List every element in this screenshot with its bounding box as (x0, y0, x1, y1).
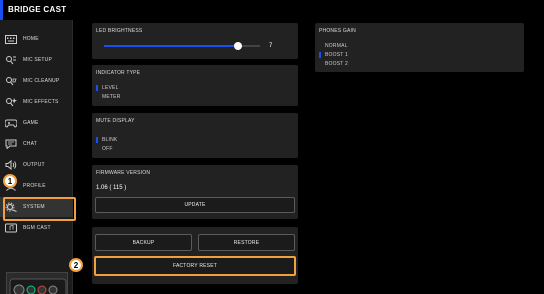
sidebar-item-label: MIC CLEANUP (23, 78, 60, 84)
backup-panel: BACKUP RESTORE FACTORY RESET (92, 227, 298, 284)
sidebar-item-mic-cleanup[interactable]: MIC CLEANUP (0, 71, 73, 91)
phones-option-normal[interactable]: NORMAL (325, 43, 348, 49)
mute-display-panel: MUTE DISPLAY BLINK OFF (92, 113, 298, 158)
sidebar-item-label: MIC EFFECTS (23, 99, 59, 105)
device-thumbnail[interactable] (6, 272, 68, 294)
gear-icon (5, 202, 17, 212)
sidebar-item-mic-setup[interactable]: MIC SETUP (0, 50, 73, 70)
sidebar-item-chat[interactable]: CHAT (0, 134, 73, 154)
mute-option-blink[interactable]: BLINK (102, 137, 117, 143)
sidebar: HOME MIC SETUP MIC CLEANUP MIC EFFECTS G… (0, 20, 76, 294)
firmware-title: FIRMWARE VERSION (96, 170, 151, 176)
sidebar-item-label: OUTPUT (23, 162, 45, 168)
keyboard-icon (5, 34, 17, 44)
update-button[interactable]: UPDATE (95, 197, 295, 213)
sidebar-item-label: BGM CAST (23, 225, 51, 231)
bgm-icon (5, 223, 17, 233)
indicator-option-level[interactable]: LEVEL (102, 85, 119, 91)
sidebar-item-mic-effects[interactable]: MIC EFFECTS (0, 92, 73, 112)
sidebar-item-label: CHAT (23, 141, 38, 147)
sidebar-item-label: MIC SETUP (23, 57, 53, 63)
led-brightness-panel: LED BRIGHTNESS 7 (92, 23, 298, 59)
phones-option-boost-1[interactable]: BOOST 1 (325, 52, 348, 58)
led-brightness-slider[interactable] (104, 42, 260, 50)
backup-button[interactable]: BACKUP (95, 234, 192, 251)
mute-display-title: MUTE DISPLAY (96, 118, 135, 124)
title-accent (0, 0, 3, 20)
sidebar-item-label: SYSTEM (23, 204, 45, 210)
sidebar-item-game[interactable]: GAME (0, 113, 73, 133)
phones-gain-panel: PHONES GAIN NORMAL BOOST 1 BOOST 2 (315, 23, 524, 72)
sidebar-item-output[interactable]: OUTPUT (0, 155, 73, 175)
chat-icon (5, 139, 17, 149)
callout-badge-2: 2 (69, 258, 83, 272)
sidebar-item-label: HOME (23, 36, 39, 42)
selection-marker (319, 52, 321, 58)
mic-setup-icon (5, 55, 17, 65)
indicator-type-title: INDICATOR TYPE (96, 70, 141, 76)
sidebar-item-bgm-cast[interactable]: BGM CAST (0, 218, 73, 238)
app-title: BRIDGE CAST (8, 5, 67, 14)
led-brightness-fill (104, 45, 239, 47)
mic-cleanup-icon (5, 76, 17, 86)
selection-marker (96, 85, 98, 91)
gamepad-icon (5, 118, 17, 128)
firmware-panel: FIRMWARE VERSION 1.06 ( 115 ) UPDATE (92, 165, 298, 219)
indicator-type-panel: INDICATOR TYPE LEVEL METER (92, 65, 298, 106)
sidebar-item-label: PROFILE (23, 183, 46, 189)
phones-option-boost-2[interactable]: BOOST 2 (325, 61, 348, 67)
restore-button[interactable]: RESTORE (198, 234, 295, 251)
sidebar-item-home[interactable]: HOME (0, 29, 73, 49)
mic-effects-icon (5, 97, 17, 107)
phones-gain-title: PHONES GAIN (319, 28, 356, 34)
led-brightness-knob[interactable] (234, 42, 243, 50)
callout-badge-1: 1 (3, 174, 17, 188)
led-brightness-title: LED BRIGHTNESS (96, 28, 143, 34)
speaker-icon (5, 160, 17, 170)
sidebar-item-system[interactable]: SYSTEM (0, 197, 76, 221)
title-bar: BRIDGE CAST (0, 0, 544, 20)
mute-option-off[interactable]: OFF (102, 146, 113, 152)
indicator-option-meter[interactable]: METER (102, 94, 121, 100)
led-brightness-value: 7 (269, 43, 273, 49)
factory-reset-button[interactable]: FACTORY RESET (94, 256, 296, 276)
selection-marker (96, 137, 98, 143)
firmware-version: 1.06 ( 115 ) (96, 185, 127, 191)
sidebar-item-label: GAME (23, 120, 39, 126)
